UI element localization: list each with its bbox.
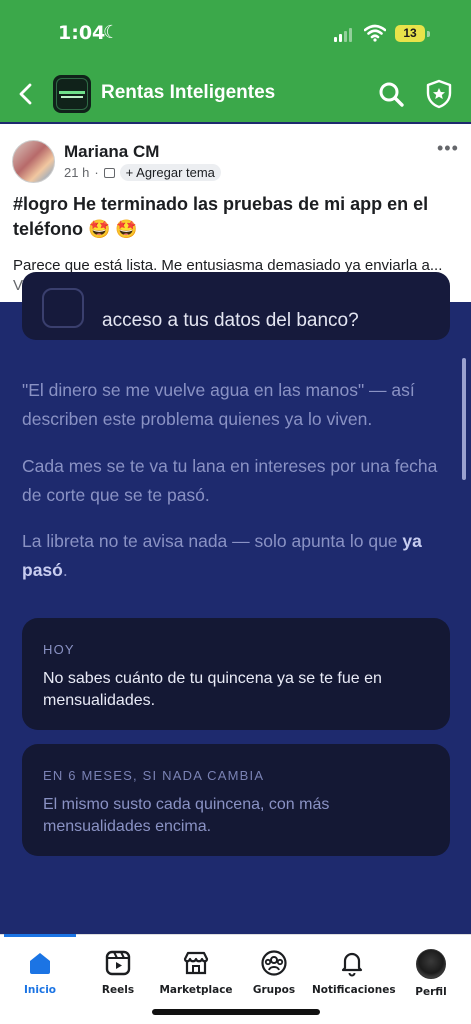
status-bar: 1:04 ☾ 13 bbox=[0, 0, 471, 68]
search-icon[interactable] bbox=[377, 80, 405, 108]
reels-icon bbox=[105, 950, 131, 976]
add-topic-button[interactable]: + Agregar tema bbox=[119, 164, 221, 181]
tab-grupos[interactable]: Grupos bbox=[234, 949, 314, 1005]
future-card-label: EN 6 MESES, SI NADA CAMBIA bbox=[43, 768, 265, 783]
more-options-icon[interactable]: ••• bbox=[437, 138, 459, 159]
profile-avatar bbox=[416, 949, 446, 979]
marketplace-icon bbox=[183, 951, 209, 975]
tab-label-reels: Reels bbox=[101, 984, 135, 996]
admin-shield-icon[interactable] bbox=[425, 79, 453, 109]
paragraph-notebook: La libreta no te avisa nada — solo apunt… bbox=[22, 527, 452, 585]
battery-indicator: 13 bbox=[395, 25, 425, 42]
battery-tip bbox=[427, 31, 430, 37]
bottom-tab-bar: Inicio Reels Marketplace Grupos Notifica… bbox=[0, 934, 471, 1024]
meta-separator: · bbox=[94, 165, 99, 180]
post-image[interactable]: acceso a tus datos del banco? "El dinero… bbox=[0, 272, 471, 934]
today-card: HOY No sabes cuánto de tu quincena ya se… bbox=[22, 618, 450, 730]
status-time: 1:04 bbox=[58, 22, 106, 44]
tab-notificaciones[interactable]: Notificaciones bbox=[312, 949, 396, 1005]
post-meta: 21 h · + Agregar tema bbox=[64, 164, 221, 181]
tab-reels[interactable]: Reels bbox=[78, 949, 158, 1005]
paragraph-notebook-end: . bbox=[62, 560, 68, 580]
scrollbar-thumb bbox=[462, 358, 466, 480]
tab-label-inicio: Inicio bbox=[23, 984, 57, 996]
future-card: EN 6 MESES, SI NADA CAMBIA El mismo sust… bbox=[22, 744, 450, 856]
top-bar: 1:04 ☾ 13 Rentas Inteligentes bbox=[0, 0, 471, 122]
question-card: acceso a tus datos del banco? bbox=[22, 272, 450, 340]
paragraph-interest: Cada mes se te va tu lana en intereses p… bbox=[22, 456, 438, 505]
paragraph-quote: "El dinero se me vuelve agua en las mano… bbox=[22, 380, 415, 429]
card-icon-frame bbox=[42, 288, 84, 328]
question-card-text: acceso a tus datos del banco? bbox=[102, 310, 359, 331]
post-time[interactable]: 21 h bbox=[64, 165, 89, 180]
group-privacy-icon bbox=[103, 167, 115, 178]
today-card-text: No sabes cuánto de tu quincena ya se te … bbox=[43, 670, 382, 709]
post-title: #logro He terminado las pruebas de mi ap… bbox=[13, 194, 429, 239]
future-card-text: El mismo susto cada quincena, con más me… bbox=[43, 796, 330, 835]
tab-label-notificaciones: Notificaciones bbox=[312, 984, 396, 996]
author-avatar[interactable] bbox=[12, 140, 55, 183]
paragraph-notebook-start: La libreta no te avisa nada — solo apunt… bbox=[22, 531, 403, 551]
tab-inicio[interactable]: Inicio bbox=[0, 949, 80, 1005]
bell-icon bbox=[341, 952, 363, 977]
tab-label-perfil: Perfil bbox=[415, 986, 447, 998]
group-title[interactable]: Rentas Inteligentes bbox=[101, 82, 275, 104]
groups-icon bbox=[261, 950, 287, 976]
back-arrow-icon[interactable] bbox=[14, 80, 38, 108]
signal-icon bbox=[334, 28, 352, 42]
group-header: Rentas Inteligentes bbox=[0, 70, 471, 118]
today-card-label: HOY bbox=[43, 642, 75, 657]
tab-label-marketplace: Marketplace bbox=[159, 984, 233, 996]
tab-label-grupos: Grupos bbox=[252, 984, 296, 996]
home-indicator bbox=[152, 1009, 320, 1015]
post-author[interactable]: Mariana CM bbox=[64, 142, 159, 162]
tab-perfil[interactable]: Perfil bbox=[391, 949, 471, 1005]
wifi-icon bbox=[364, 24, 386, 42]
tab-marketplace[interactable]: Marketplace bbox=[156, 949, 236, 1005]
group-logo[interactable] bbox=[53, 75, 91, 113]
active-tab-indicator bbox=[4, 934, 76, 937]
home-icon bbox=[30, 953, 50, 974]
moon-icon: ☾ bbox=[103, 22, 120, 42]
